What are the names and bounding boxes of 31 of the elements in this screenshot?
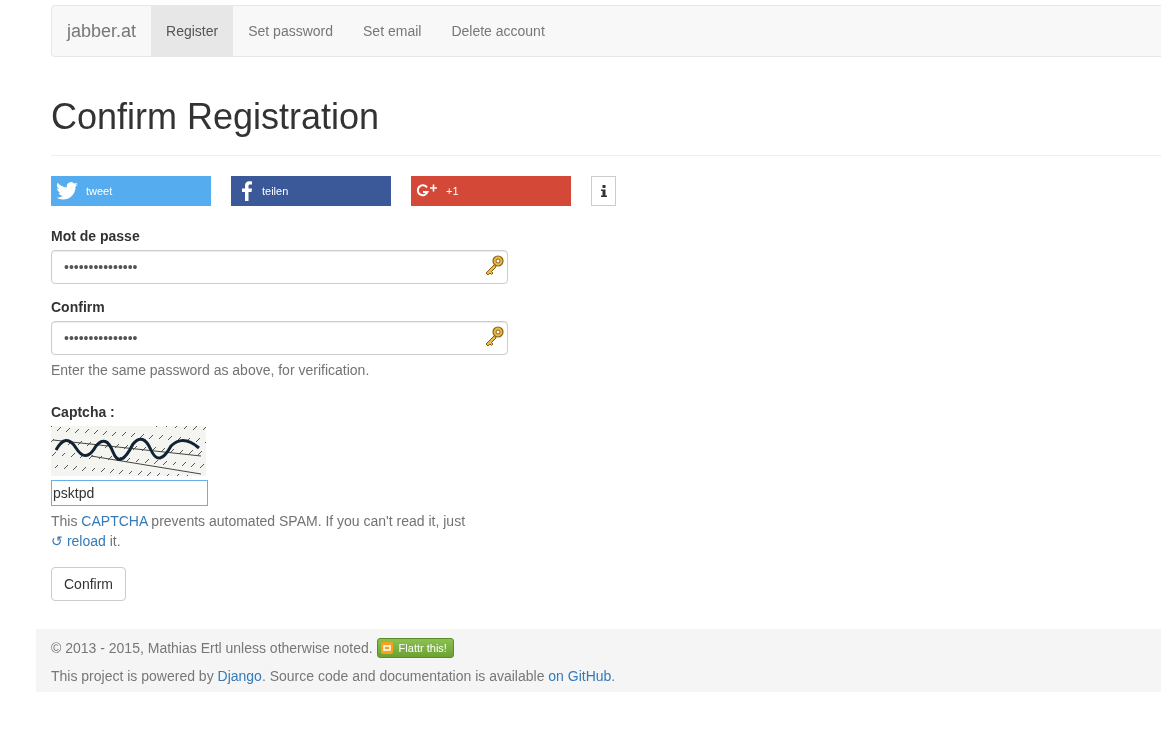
reload-link[interactable]: ↺ reload: [51, 532, 106, 549]
field-label: Mot de passe: [51, 227, 141, 244]
key-icon: [483, 324, 505, 349]
nav-tab[interactable]: Set password: [233, 6, 349, 56]
powered-by-text: This project is powered by Django. Source code and documentation is available on GitHub.: [51, 666, 617, 686]
share-button[interactable]: +1: [411, 175, 571, 206]
captcha-field[interactable]: psktpd: [51, 479, 208, 506]
captcha-link[interactable]: CAPTCHA: [81, 512, 148, 529]
info-button[interactable]: [591, 175, 616, 206]
nav-tab[interactable]: Register: [151, 6, 234, 56]
password-field[interactable]: •••••••••••••••: [51, 320, 508, 355]
flattr-button[interactable]: Flattr this!: [376, 637, 454, 658]
nav-tab[interactable]: Set email: [348, 6, 437, 56]
django-link[interactable]: Django: [217, 667, 262, 684]
flattr-logo-icon: [380, 641, 393, 654]
copyright-text: © 2013 - 2015, Mathias Ertl unless otherwise noted.: [51, 638, 373, 658]
brand-link[interactable]: jabber.at: [52, 6, 152, 56]
share-button[interactable]: tweet: [51, 175, 211, 206]
key-icon: [483, 253, 505, 278]
field-label: Captcha :: [51, 403, 116, 420]
help-text: Enter the same password as above, for verification.: [51, 360, 371, 380]
f-letter-icon: [240, 180, 254, 201]
help-text: This CAPTCHA prevents automated SPAM. If you can't read it, just ↺ reload it.: [51, 511, 467, 551]
confirm-button[interactable]: Confirm: [51, 566, 126, 601]
nav-tab[interactable]: Delete account: [436, 6, 560, 56]
page-title: Confirm Registration: [51, 97, 381, 137]
info-icon: [600, 184, 607, 197]
field-label: Confirm: [51, 298, 106, 315]
password-field[interactable]: •••••••••••••••: [51, 249, 508, 284]
share-button[interactable]: teilen: [231, 175, 391, 206]
bird-icon: [56, 181, 78, 200]
